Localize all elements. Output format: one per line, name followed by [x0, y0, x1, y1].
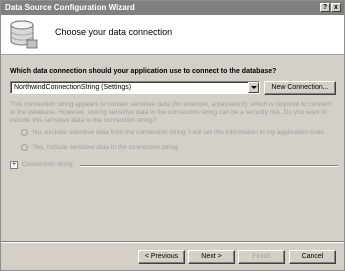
- wizard-window: Data Source Configuration Wizard ? x Cho…: [0, 0, 345, 271]
- exclude-sensitive-label: No, exclude sensitive data from the conn…: [32, 129, 326, 137]
- wizard-content: Which data connection should your applic…: [1, 56, 344, 246]
- chevron-down-icon[interactable]: [248, 82, 259, 93]
- connection-dropdown[interactable]: NorthwindConnectionString (Settings): [10, 81, 260, 94]
- finish-button[interactable]: Finish: [238, 250, 285, 264]
- section-divider: [80, 165, 338, 167]
- new-connection-button[interactable]: New Connection...: [264, 81, 336, 95]
- radio-icon[interactable]: [21, 129, 28, 136]
- exclude-sensitive-option[interactable]: No, exclude sensitive data from the conn…: [21, 129, 326, 137]
- expand-icon[interactable]: +: [10, 161, 18, 169]
- sensitive-data-notice: This connection string appears to contai…: [10, 101, 332, 124]
- footer-divider: [1, 241, 344, 243]
- close-button[interactable]: x: [331, 3, 341, 12]
- window-title: Data Source Configuration Wizard: [5, 3, 135, 12]
- title-bar: Data Source Configuration Wizard ? x: [1, 1, 344, 15]
- help-button[interactable]: ?: [320, 3, 330, 12]
- database-icon: [10, 20, 38, 49]
- cancel-button[interactable]: Cancel: [289, 250, 336, 264]
- connection-question: Which data connection should your applic…: [10, 68, 277, 75]
- next-button[interactable]: Next >: [188, 250, 235, 264]
- include-sensitive-label: Yes, include sensitive data in the conne…: [32, 144, 180, 152]
- previous-button[interactable]: < Previous: [138, 250, 185, 264]
- radio-icon[interactable]: [21, 144, 28, 151]
- wizard-header: Choose your data connection: [1, 15, 344, 55]
- page-title: Choose your data connection: [55, 27, 173, 37]
- include-sensitive-option[interactable]: Yes, include sensitive data in the conne…: [21, 144, 180, 152]
- connection-string-section: + Connection string: [10, 161, 338, 170]
- connection-string-label: Connection string: [22, 161, 73, 168]
- connection-dropdown-value: NorthwindConnectionString (Settings): [14, 84, 132, 91]
